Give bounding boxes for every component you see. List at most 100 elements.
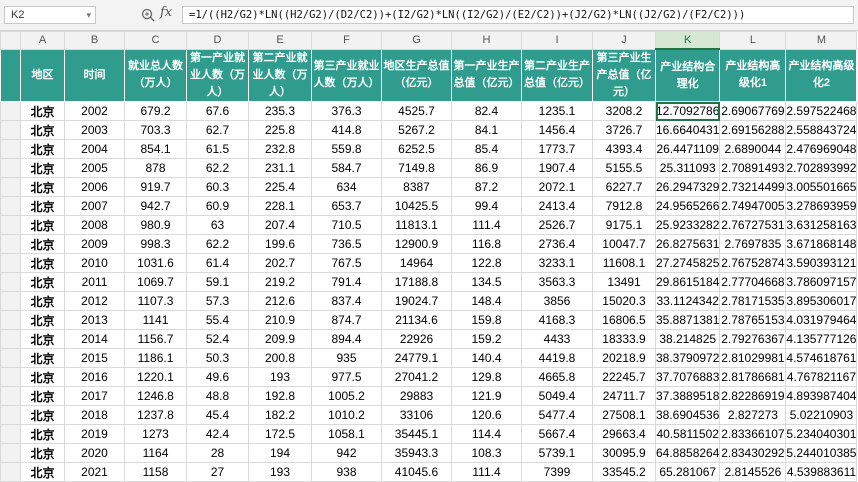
table-cell[interactable]: 837.4 xyxy=(311,291,382,311)
column-header[interactable]: F xyxy=(311,31,382,50)
table-cell[interactable]: 414.8 xyxy=(311,120,382,140)
table-cell[interactable]: 3208.2 xyxy=(592,101,656,121)
table-cell[interactable]: 57.3 xyxy=(186,291,249,311)
column-header[interactable]: K xyxy=(654,31,721,50)
header-cell[interactable]: 第一产业生产总值（亿元） xyxy=(451,48,522,102)
header-cell[interactable]: 就业总人数（万人） xyxy=(124,48,187,102)
table-cell[interactable]: 977.5 xyxy=(311,367,382,387)
table-cell[interactable]: 4.031979464 xyxy=(785,310,858,330)
table-cell[interactable]: 2.597522468 xyxy=(785,101,858,121)
table-cell[interactable]: 2.6890044 xyxy=(719,139,787,159)
table-cell[interactable]: 1010.2 xyxy=(311,405,382,425)
column-header[interactable]: I xyxy=(521,31,593,50)
table-cell[interactable]: 5739.1 xyxy=(521,443,593,463)
table-cell[interactable]: 2012 xyxy=(64,291,125,311)
table-cell[interactable]: 2736.4 xyxy=(521,234,593,254)
table-cell[interactable]: 2018 xyxy=(64,405,125,425)
table-cell[interactable]: 29883 xyxy=(381,386,452,406)
table-cell[interactable]: 2.476969048 xyxy=(785,139,858,159)
table-cell[interactable]: 111.4 xyxy=(451,215,522,235)
table-cell[interactable]: 35943.3 xyxy=(381,443,452,463)
column-header[interactable]: G xyxy=(381,31,452,50)
table-cell[interactable]: 4.539883611 xyxy=(785,462,858,482)
table-cell[interactable]: 1005.2 xyxy=(311,386,382,406)
table-cell[interactable]: 3233.1 xyxy=(521,253,593,273)
table-cell[interactable]: 48.8 xyxy=(186,386,249,406)
table-cell[interactable]: 6227.7 xyxy=(592,177,656,197)
table-cell[interactable]: 634 xyxy=(311,177,382,197)
table-cell[interactable]: 1456.4 xyxy=(521,120,593,140)
table-cell[interactable]: 653.7 xyxy=(311,196,382,216)
table-cell[interactable]: 4.893987404 xyxy=(785,386,858,406)
table-cell[interactable]: 25.9233282 xyxy=(654,215,721,235)
row-header[interactable] xyxy=(0,234,21,254)
table-cell[interactable]: 北京 xyxy=(20,234,65,254)
row-header[interactable] xyxy=(0,291,21,311)
row-header[interactable] xyxy=(0,196,21,216)
row-header[interactable] xyxy=(0,462,21,482)
table-cell[interactable]: 33.1124342 xyxy=(654,291,721,311)
table-cell[interactable]: 1186.1 xyxy=(124,348,187,368)
table-cell[interactable]: 3563.3 xyxy=(521,272,593,292)
table-cell[interactable]: 2.82286919 xyxy=(719,386,787,406)
table-cell[interactable]: 232.8 xyxy=(248,139,312,159)
table-cell[interactable]: 2.558843724 xyxy=(785,120,858,140)
column-header[interactable]: M xyxy=(785,31,858,50)
table-cell[interactable]: 1069.7 xyxy=(124,272,187,292)
table-cell[interactable]: 北京 xyxy=(20,291,65,311)
table-cell[interactable]: 3.895306017 xyxy=(785,291,858,311)
table-cell[interactable]: 2.69067769 xyxy=(719,101,787,121)
table-cell[interactable]: 99.4 xyxy=(451,196,522,216)
table-cell[interactable]: 2005 xyxy=(64,158,125,178)
table-cell[interactable]: 2.79276367 xyxy=(719,329,787,349)
table-cell[interactable]: 64.8858264 xyxy=(654,443,721,463)
table-cell[interactable]: 10047.7 xyxy=(592,234,656,254)
row-header[interactable] xyxy=(0,348,21,368)
table-cell[interactable]: 50.3 xyxy=(186,348,249,368)
table-cell[interactable]: 25.311093 xyxy=(654,158,721,178)
table-cell[interactable]: 15020.3 xyxy=(592,291,656,311)
table-cell[interactable]: 北京 xyxy=(20,177,65,197)
table-cell[interactable]: 2.78171535 xyxy=(719,291,787,311)
table-cell[interactable]: 北京 xyxy=(20,405,65,425)
table-cell[interactable]: 20218.9 xyxy=(592,348,656,368)
column-header[interactable]: J xyxy=(592,31,656,50)
column-header[interactable]: H xyxy=(451,31,522,50)
table-cell[interactable]: 41045.6 xyxy=(381,462,452,482)
table-cell[interactable]: 4.574618761 xyxy=(785,348,858,368)
table-cell[interactable]: 13491 xyxy=(592,272,656,292)
table-cell[interactable]: 159.2 xyxy=(451,329,522,349)
table-cell[interactable]: 2.74947005 xyxy=(719,196,787,216)
table-cell[interactable]: 210.9 xyxy=(248,310,312,330)
table-cell[interactable]: 29.8615184 xyxy=(654,272,721,292)
table-cell[interactable]: 194 xyxy=(248,443,312,463)
table-cell[interactable]: 874.7 xyxy=(311,310,382,330)
table-cell[interactable]: 10425.5 xyxy=(381,196,452,216)
table-cell[interactable]: 225.4 xyxy=(248,177,312,197)
table-cell[interactable]: 65.281067 xyxy=(654,462,721,482)
table-cell[interactable]: 1246.8 xyxy=(124,386,187,406)
table-cell[interactable]: 193 xyxy=(248,462,312,482)
column-header[interactable]: D xyxy=(186,31,249,50)
table-cell[interactable]: 193 xyxy=(248,367,312,387)
table-cell[interactable]: 27508.1 xyxy=(592,405,656,425)
table-cell[interactable]: 679.2 xyxy=(124,101,187,121)
table-cell[interactable]: 14964 xyxy=(381,253,452,273)
table-cell[interactable]: 37.3889518 xyxy=(654,386,721,406)
table-cell[interactable]: 122.8 xyxy=(451,253,522,273)
table-cell[interactable]: 938 xyxy=(311,462,382,482)
table-cell[interactable]: 148.4 xyxy=(451,291,522,311)
table-cell[interactable]: 北京 xyxy=(20,367,65,387)
table-cell[interactable]: 1141 xyxy=(124,310,187,330)
table-cell[interactable]: 2013 xyxy=(64,310,125,330)
column-header[interactable]: C xyxy=(124,31,187,50)
table-cell[interactable]: 935 xyxy=(311,348,382,368)
row-header[interactable] xyxy=(0,367,21,387)
table-cell[interactable]: 120.6 xyxy=(451,405,522,425)
row-header[interactable] xyxy=(0,272,21,292)
table-cell[interactable]: 791.4 xyxy=(311,272,382,292)
table-cell[interactable]: 11813.1 xyxy=(381,215,452,235)
table-cell[interactable]: 北京 xyxy=(20,196,65,216)
table-cell[interactable]: 北京 xyxy=(20,253,65,273)
table-cell[interactable]: 85.4 xyxy=(451,139,522,159)
